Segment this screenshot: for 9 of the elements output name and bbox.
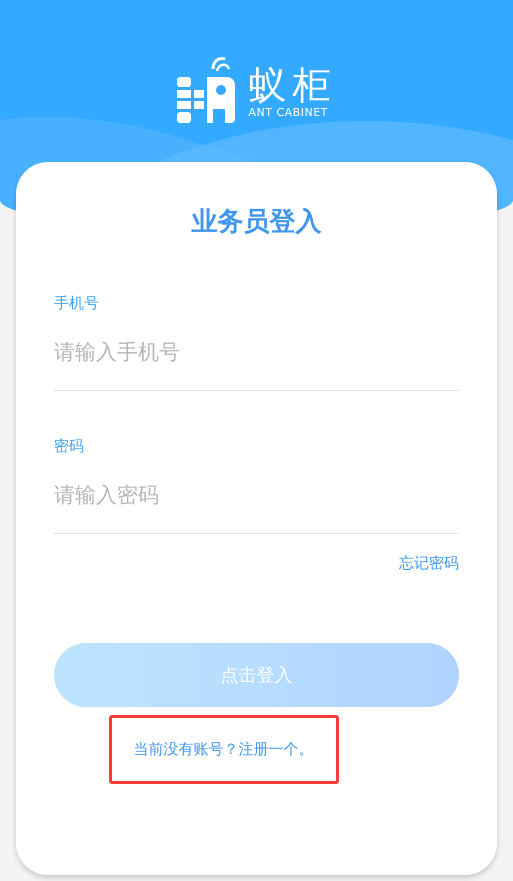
input-field[interactable]: 请输入密码	[54, 457, 459, 534]
forgot-password-link[interactable]: 忘记密码	[399, 554, 459, 573]
logo-subtitle: ANT CABINET	[248, 106, 329, 118]
input-field[interactable]: 请输入手机号	[54, 314, 459, 391]
page-title: 业务员登入	[190, 206, 322, 239]
field-label: 密码	[54, 436, 85, 457]
register-link[interactable]: 当前没有账号？注册一个。	[108, 715, 338, 784]
field-label: 手机号	[54, 293, 100, 314]
logo-name: 蚁柜	[248, 64, 336, 106]
